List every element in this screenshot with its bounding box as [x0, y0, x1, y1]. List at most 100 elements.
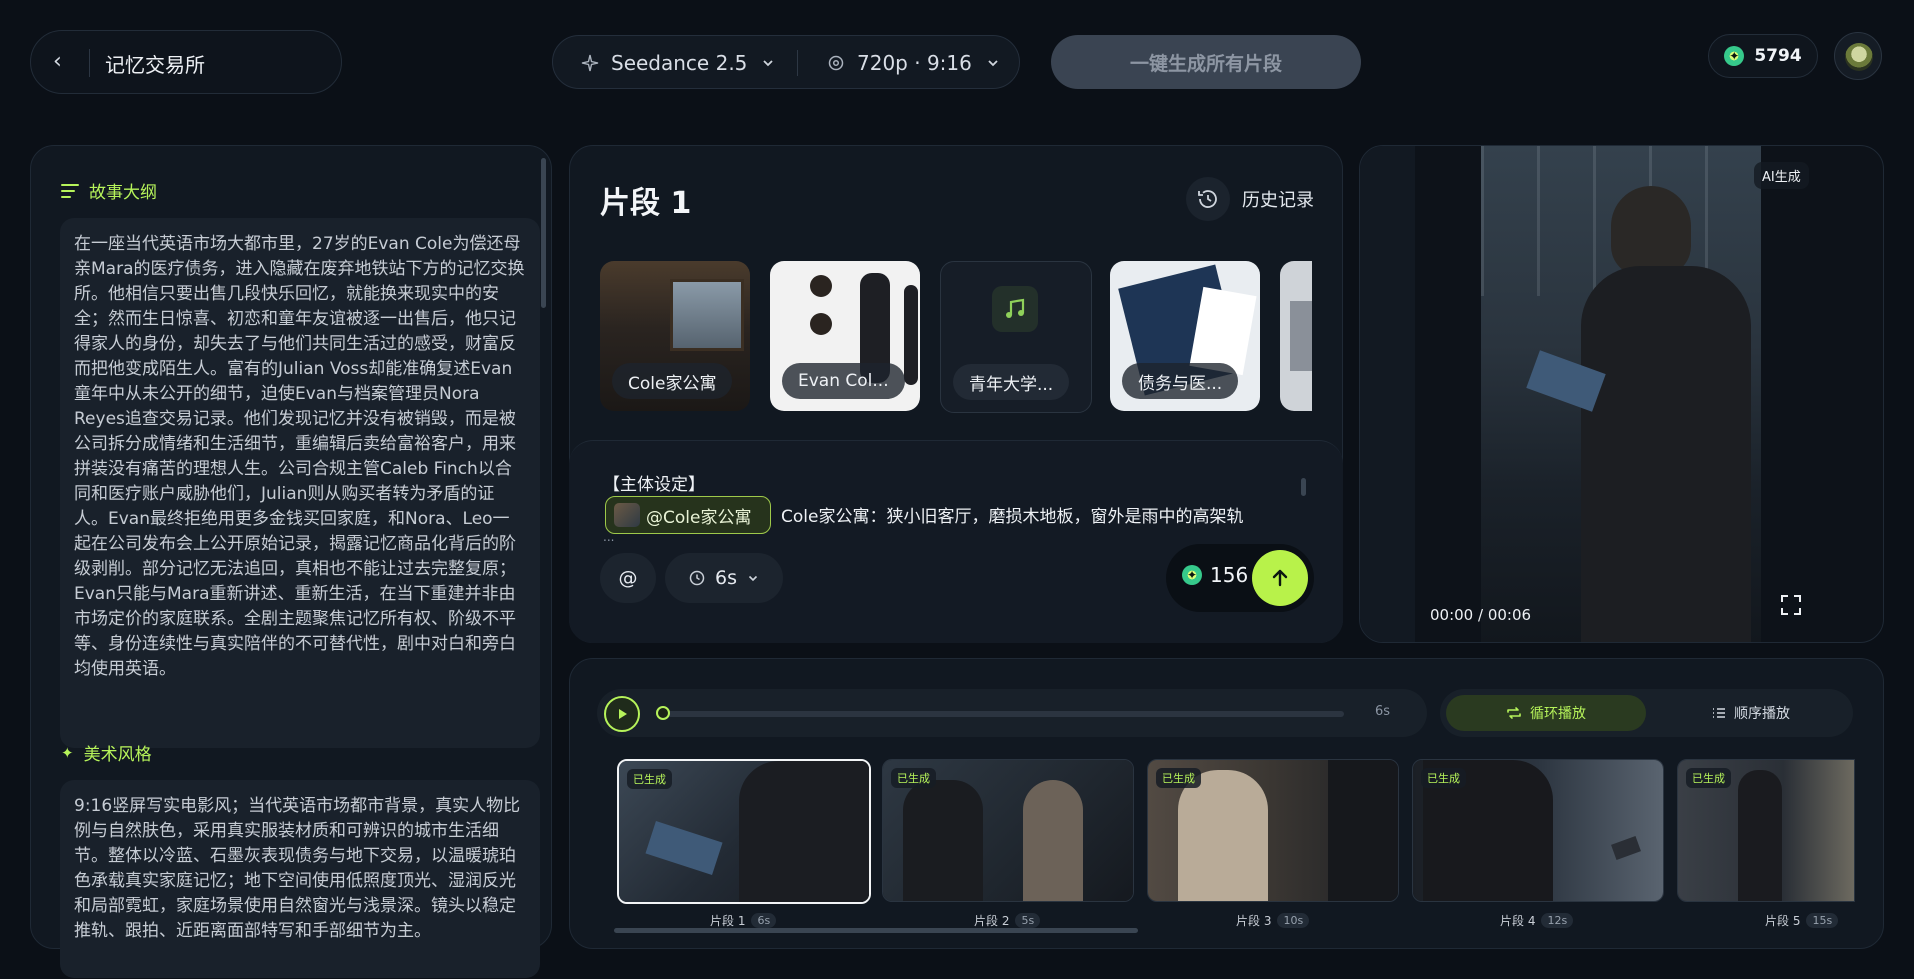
repeat-icon: [1507, 707, 1521, 719]
clip-duration: 5s: [1015, 913, 1041, 928]
clip-duration: 6s: [751, 913, 777, 928]
loop-play-label: 循环播放: [1530, 706, 1586, 722]
send-button[interactable]: [1252, 550, 1308, 606]
cost-value: 156: [1210, 563, 1249, 587]
sparkle-icon: [581, 54, 599, 72]
list-icon: [1713, 708, 1725, 718]
asset-card[interactable]: 债务与医...: [1110, 261, 1260, 411]
art-style-heading-label: 美术风格: [83, 745, 152, 765]
fullscreen-icon[interactable]: [1780, 594, 1802, 616]
credit-icon: ✦: [1182, 565, 1202, 585]
video-frame[interactable]: [1481, 146, 1761, 642]
scrollbar[interactable]: [540, 152, 548, 942]
duration-value: 6s: [715, 567, 737, 589]
avatar-image: [1845, 43, 1873, 71]
chevron-down-icon: [763, 60, 774, 67]
clip-duration: 15s: [1806, 913, 1839, 928]
asset-card[interactable]: 青年大学...: [940, 261, 1092, 413]
generated-badge: 已生成: [627, 769, 672, 789]
generated-badge: 已生成: [1686, 768, 1731, 788]
mention-label: @Cole家公寓: [646, 507, 752, 528]
prompt-heading: 【主体设定】: [603, 475, 705, 495]
loop-play-button[interactable]: 循环播放: [1446, 695, 1646, 731]
credits-count: 5794: [1754, 46, 1802, 66]
art-style-heading: ✦ 美术风格: [61, 740, 152, 766]
video-time: 00:00 / 00:06: [1430, 606, 1532, 624]
clock-icon: [689, 570, 705, 586]
video-letterbox: [1360, 146, 1415, 642]
arrow-up-icon: [1272, 569, 1288, 587]
avatar[interactable]: [1834, 32, 1882, 80]
divider: [89, 49, 90, 77]
project-title: 记忆交易所: [105, 53, 205, 77]
resolution-ratio: 720p · 9:16: [857, 51, 972, 75]
scrollbar-thumb[interactable]: [541, 158, 546, 308]
ai-generated-badge: AI生成: [1754, 162, 1809, 189]
prompt-text: Cole家公寓：狭小旧客厅，磨损木地板，窗外是雨中的高架轨: [781, 507, 1244, 527]
generated-badge: 已生成: [1421, 768, 1466, 788]
outline-heading-label: 故事大纲: [89, 183, 157, 203]
music-icon: [992, 286, 1038, 332]
outline-text[interactable]: 在一座当代英语市场大都市里，27岁的Evan Cole为偿还母亲Mara的医疗债…: [60, 218, 540, 748]
asset-card[interactable]: [1280, 261, 1312, 411]
asset-card[interactable]: Cole家公寓: [600, 261, 750, 411]
clip-thumbnail[interactable]: 已生成: [882, 759, 1134, 902]
history-icon: [1186, 177, 1230, 221]
play-button[interactable]: [604, 696, 640, 732]
clip-thumbnail[interactable]: 已生成: [1412, 759, 1664, 902]
gear-icon: [828, 55, 844, 71]
duration-selector[interactable]: 6s: [665, 553, 783, 603]
person-shape: [1023, 780, 1083, 901]
chevron-down-icon: [988, 60, 998, 67]
cost-display: ✦ 156: [1182, 563, 1248, 587]
scrollbar-thumb[interactable]: [1301, 478, 1306, 496]
clip-duration: 10s: [1277, 913, 1310, 928]
face-thumb: [810, 275, 832, 297]
model-name: Seedance 2.5: [611, 51, 748, 75]
model-settings-bar: Seedance 2.5 720p · 9:16: [552, 35, 1020, 89]
asset-label: Cole家公寓: [612, 363, 733, 399]
person-body: [1581, 266, 1751, 642]
history-label: 历史记录: [1242, 190, 1314, 211]
resolution-selector[interactable]: 720p · 9:16: [827, 36, 1000, 90]
person-shape: [903, 780, 983, 901]
scrollbar-thumb[interactable]: [614, 928, 1138, 933]
send-group: ✦ 156: [1166, 544, 1314, 612]
generate-all-button[interactable]: 一键生成所有片段: [1051, 35, 1361, 89]
generated-badge: 已生成: [891, 768, 936, 788]
asset-label: Evan Col...: [782, 363, 905, 399]
project-header: ‹ 记忆交易所: [30, 30, 342, 94]
mention-button[interactable]: @: [600, 553, 656, 603]
sequential-play-button[interactable]: 顺序播放: [1656, 695, 1846, 731]
credits-badge[interactable]: ✦ 5794: [1708, 34, 1818, 78]
sparkle-icon: ✦: [61, 743, 74, 762]
play-icon: [619, 709, 627, 719]
generated-badge: 已生成: [1156, 768, 1201, 788]
segment-title: 片段 1: [600, 186, 692, 221]
asset-card[interactable]: Evan Col...: [770, 261, 920, 411]
chevron-left-icon[interactable]: ‹: [53, 49, 62, 74]
asset-thumbnail: [1290, 301, 1312, 371]
art-style-text[interactable]: 9:16竖屏写实电影风；当代英语市场都市背景，真实人物比例与自然肤色，采用真实服…: [60, 780, 540, 978]
list-icon: [61, 183, 79, 198]
person-shape: [1328, 760, 1398, 901]
total-duration: 6s: [1375, 704, 1391, 719]
clip-thumbnail[interactable]: 已生成: [1147, 759, 1399, 902]
asset-label: 债务与医...: [1122, 363, 1239, 399]
model-selector[interactable]: Seedance 2.5: [581, 36, 775, 90]
clip-thumbnail[interactable]: 已生成: [1677, 759, 1855, 902]
history-button[interactable]: 历史记录: [1186, 174, 1326, 224]
mention-chip[interactable]: @Cole家公寓: [605, 496, 771, 534]
clip-thumbnail[interactable]: 已生成: [617, 759, 871, 904]
window-shape: [670, 279, 744, 351]
chevron-down-icon: [748, 575, 758, 582]
prompt-scrollbar[interactable]: [1300, 474, 1308, 502]
asset-label: 青年大学...: [953, 364, 1070, 400]
figure-thumb: [904, 285, 918, 385]
clip-duration: 12s: [1541, 913, 1574, 928]
person-shape: [739, 761, 869, 902]
person-shape: [1738, 770, 1782, 901]
progress-track[interactable]: [660, 711, 1344, 717]
horizontal-scrollbar[interactable]: [604, 927, 1844, 935]
progress-handle[interactable]: [656, 706, 670, 720]
